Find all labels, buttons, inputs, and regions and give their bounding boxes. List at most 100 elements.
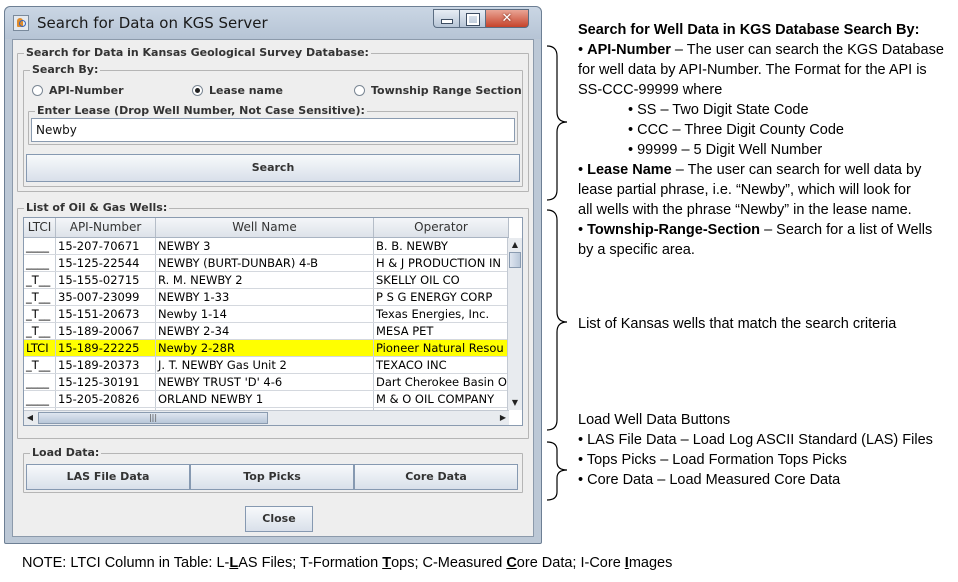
cell-api-number[interactable]: 15-155-02715 bbox=[56, 272, 156, 288]
load-group: Load Data: LAS File Data Top Picks Core … bbox=[23, 446, 523, 493]
lease-text-1: – The user can search for well data by bbox=[671, 162, 922, 178]
footer-note-text: mages bbox=[628, 555, 673, 571]
radio-api-number[interactable]: API-Number bbox=[32, 84, 124, 97]
table-row[interactable]: LTCI 15-189-22225 Newby 2-28R Pioneer Natur… bbox=[24, 340, 509, 357]
radio-trs-label: Township Range Section bbox=[371, 84, 522, 97]
table-row[interactable]: _T__ 15-155-02715 R. M. NEWBY 2 SKELLY OIL … bbox=[24, 272, 509, 289]
cell-well-name[interactable]: NEWBY 3 bbox=[156, 238, 374, 254]
cell-operator[interactable]: Texas Energies, Inc. bbox=[374, 306, 509, 322]
lease-group-title: Enter Lease (Drop Well Number, Not Case … bbox=[35, 104, 367, 117]
top-picks-button[interactable]: Top Picks bbox=[190, 464, 354, 490]
horizontal-scroll-thumb[interactable]: ||| bbox=[38, 412, 268, 424]
cell-ltci[interactable]: _T__ bbox=[24, 357, 56, 373]
cell-well-name[interactable]: NEWBY 2-34 bbox=[156, 323, 374, 339]
radio-lease-indicator[interactable] bbox=[192, 85, 203, 96]
table-row[interactable]: ____ 15-125-22544 NEWBY (BURT-DUNBAR) 4-B H… bbox=[24, 255, 509, 272]
horizontal-scrollbar[interactable]: ◀ ||| ▶ bbox=[24, 410, 509, 425]
trs-term: Township-Range-Section bbox=[587, 222, 761, 238]
maximize-icon bbox=[465, 13, 480, 26]
col-header-operator[interactable]: Operator bbox=[374, 218, 509, 237]
close-window-button[interactable]: ✕ bbox=[485, 9, 529, 28]
vertical-scrollbar[interactable]: ▲ ▼ bbox=[507, 238, 522, 410]
scroll-up-icon[interactable]: ▲ bbox=[508, 238, 522, 252]
close-button[interactable]: Close bbox=[245, 506, 313, 532]
col-header-well-name[interactable]: Well Name bbox=[156, 218, 374, 237]
dialog-content: Search for Data in Kansas Geological Sur… bbox=[12, 39, 534, 537]
table-row[interactable]: ____ 15-125-30191 NEWBY TRUST 'D' 4-6 Dart … bbox=[24, 374, 509, 391]
cell-well-name[interactable]: R. M. NEWBY 2 bbox=[156, 272, 374, 288]
radio-trs-indicator[interactable] bbox=[354, 85, 365, 96]
footer-note-key-c: C bbox=[506, 555, 517, 571]
cell-operator[interactable]: P S G ENERGY CORP bbox=[374, 289, 509, 305]
cell-ltci[interactable]: ____ bbox=[24, 238, 56, 254]
cell-operator[interactable]: Dart Cherokee Basin O bbox=[374, 374, 509, 390]
cell-api-number[interactable]: 35-007-23099 bbox=[56, 289, 156, 305]
cell-operator[interactable]: H & J PRODUCTION IN bbox=[374, 255, 509, 271]
cell-ltci[interactable]: _T__ bbox=[24, 323, 56, 339]
cell-well-name[interactable]: NEWBY TRUST 'D' 4-6 bbox=[156, 374, 374, 390]
cell-api-number[interactable]: 15-205-20826 bbox=[56, 391, 156, 407]
api-sub-state: SS – Two Digit State Code bbox=[637, 102, 809, 118]
cell-api-number[interactable]: 15-189-20373 bbox=[56, 357, 156, 373]
cell-api-number[interactable]: 15-207-70671 bbox=[56, 238, 156, 254]
table-row[interactable]: ____ 15-205-20826 ORLAND NEWBY 1M & O OIL … bbox=[24, 391, 509, 408]
cell-api-number[interactable]: 15-125-22544 bbox=[56, 255, 156, 271]
radio-lease-name[interactable]: Lease name bbox=[192, 84, 283, 97]
cell-api-number[interactable]: 15-189-22225 bbox=[56, 340, 156, 356]
maximize-button[interactable] bbox=[459, 9, 485, 28]
search-button[interactable]: Search bbox=[26, 154, 520, 182]
bullet: • bbox=[578, 452, 584, 468]
table-row[interactable]: _T__ 15-151-20673 Newby 1-14 Texas Energies… bbox=[24, 306, 509, 323]
api-term: API-Number bbox=[587, 42, 671, 58]
cell-ltci[interactable]: ____ bbox=[24, 255, 56, 271]
cell-operator[interactable]: Pioneer Natural Resou bbox=[374, 340, 509, 356]
cell-operator[interactable]: B. B. NEWBY bbox=[374, 238, 509, 254]
cell-operator[interactable]: TEXACO INC bbox=[374, 357, 509, 373]
table-header: LTCI API-Number Well Name Operator bbox=[24, 218, 509, 238]
table-row[interactable]: _T__ 15-189-20373 J. T. NEWBY Gas Unit 2 TE… bbox=[24, 357, 509, 374]
cell-api-number[interactable]: 15-151-20673 bbox=[56, 306, 156, 322]
footer-note: NOTE: LTCI Column in Table: L-LAS Files;… bbox=[22, 553, 672, 573]
cell-api-number[interactable]: 15-189-20067 bbox=[56, 323, 156, 339]
radio-api-label: API-Number bbox=[49, 84, 124, 97]
cell-well-name[interactable]: Newby 1-14 bbox=[156, 306, 374, 322]
table-row[interactable]: ____ 15-207-70671 NEWBY 3 B. B. NEWBY bbox=[24, 238, 509, 255]
cell-ltci[interactable]: ____ bbox=[24, 391, 56, 407]
cell-ltci[interactable]: ____ bbox=[24, 374, 56, 390]
cell-well-name[interactable]: NEWBY (BURT-DUNBAR) 4-B bbox=[156, 255, 374, 271]
lease-term: Lease Name bbox=[587, 162, 672, 178]
cell-well-name[interactable]: Newby 2-28R bbox=[156, 340, 374, 356]
las-file-data-button[interactable]: LAS File Data bbox=[26, 464, 190, 490]
title-bar[interactable]: Search for Data on KGS Server ✕ bbox=[5, 7, 541, 39]
table-row[interactable]: _T__ 35-007-23099 NEWBY 1-33 P S G ENERGY C… bbox=[24, 289, 509, 306]
window-title: Search for Data on KGS Server bbox=[37, 14, 268, 32]
radio-township-range-section[interactable]: Township Range Section bbox=[354, 84, 522, 97]
table-row[interactable]: _T__ 15-189-20067 NEWBY 2-34 MESA PET bbox=[24, 323, 509, 340]
core-data-button[interactable]: Core Data bbox=[354, 464, 518, 490]
cell-ltci[interactable]: _T__ bbox=[24, 272, 56, 288]
scroll-down-icon[interactable]: ▼ bbox=[508, 396, 522, 410]
cell-operator[interactable]: M & O OIL COMPANY bbox=[374, 391, 509, 407]
cell-ltci[interactable]: LTCI bbox=[24, 340, 56, 356]
minimize-button[interactable] bbox=[433, 9, 459, 28]
radio-api-indicator[interactable] bbox=[32, 85, 43, 96]
cell-operator[interactable]: MESA PET bbox=[374, 323, 509, 339]
scroll-left-icon[interactable]: ◀ bbox=[24, 411, 36, 425]
cell-api-number[interactable]: 15-125-30191 bbox=[56, 374, 156, 390]
cell-well-name[interactable]: J. T. NEWBY Gas Unit 2 bbox=[156, 357, 374, 373]
col-header-ltci[interactable]: LTCI bbox=[24, 218, 56, 237]
scroll-right-icon[interactable]: ▶ bbox=[497, 411, 509, 425]
cell-operator[interactable]: SKELLY OIL CO bbox=[374, 272, 509, 288]
cell-ltci[interactable]: _T__ bbox=[24, 289, 56, 305]
bullet: • bbox=[628, 122, 634, 138]
vertical-scroll-thumb[interactable] bbox=[509, 252, 521, 268]
cell-well-name[interactable]: ORLAND NEWBY 1 bbox=[156, 391, 374, 407]
cell-ltci[interactable]: _T__ bbox=[24, 306, 56, 322]
cell-well-name[interactable]: NEWBY 1-33 bbox=[156, 289, 374, 305]
load-brace bbox=[546, 441, 568, 501]
load-item-tops: Tops Picks – Load Formation Tops Picks bbox=[586, 452, 847, 468]
lease-input[interactable]: Newby bbox=[31, 118, 515, 142]
search-group-title: Search for Data in Kansas Geological Sur… bbox=[24, 46, 371, 59]
wells-table: LTCI API-Number Well Name Operator ____ 1… bbox=[23, 217, 523, 426]
col-header-api-number[interactable]: API-Number bbox=[56, 218, 156, 237]
